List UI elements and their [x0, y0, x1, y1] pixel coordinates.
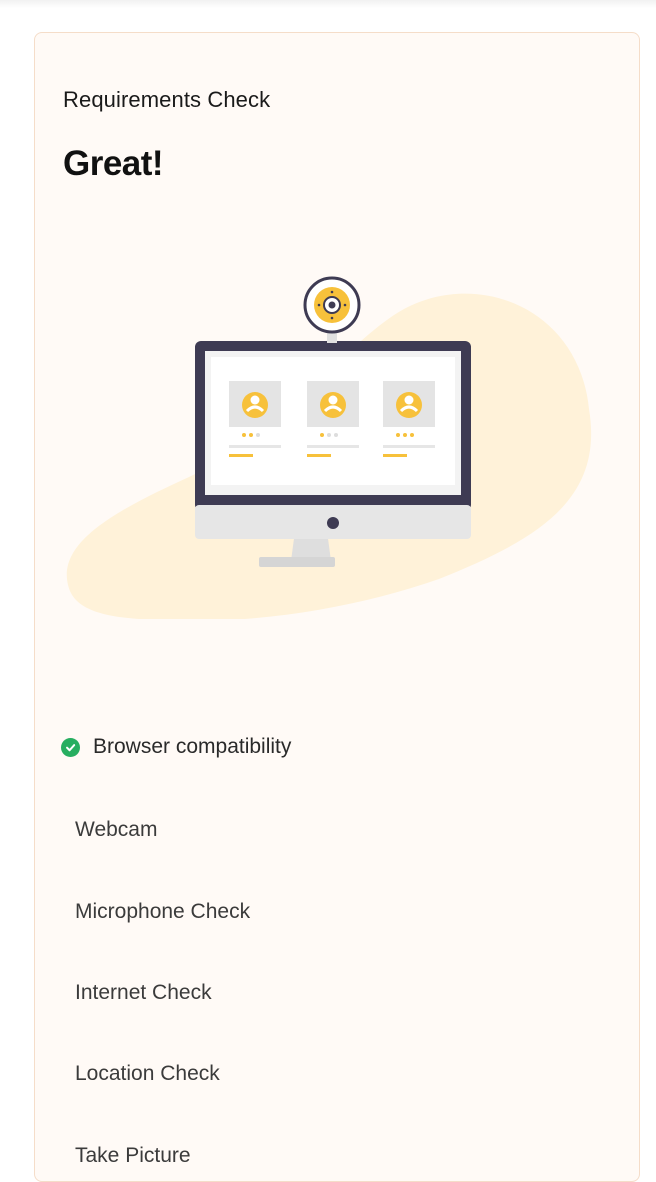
monitor-base: [259, 557, 335, 567]
top-bar-shadow: [0, 0, 656, 8]
card-title: Great!: [63, 144, 164, 183]
check-item-webcam: Webcam: [75, 818, 158, 841]
check-item-label: Browser compatibility: [93, 735, 292, 758]
check-item-microphone: Microphone Check: [75, 900, 251, 923]
check-circle-icon: [61, 737, 80, 757]
participant-tile-3: [383, 381, 435, 457]
requirements-check-card: Requirements Check Great! Browser compat…: [34, 32, 640, 1182]
computer-webcam-illustration: [66, 276, 592, 619]
participant-tile-1: [229, 381, 281, 457]
card-subtitle: Requirements Check: [63, 87, 271, 112]
monitor-power-dot: [327, 517, 339, 529]
check-item-location: Location Check: [75, 1062, 220, 1085]
check-item-take-picture: Take Picture: [75, 1144, 191, 1167]
check-item-browser-compatibility: Browser compatibility: [61, 735, 291, 759]
participant-tile-2: [307, 381, 359, 457]
check-item-internet: Internet Check: [75, 981, 212, 1004]
webcam-icon: [303, 276, 361, 343]
